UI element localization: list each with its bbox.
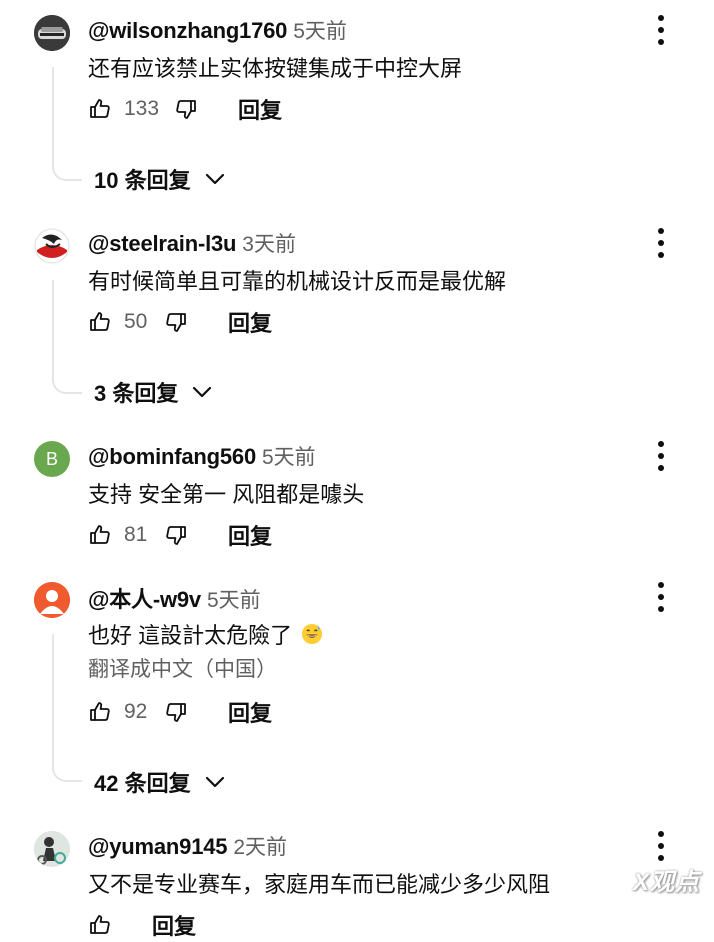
thumb-up-icon[interactable] <box>88 913 112 937</box>
comment-text: 也好 這設計太危險了 <box>88 618 324 650</box>
replies-count-label: 3 条回复 <box>94 381 179 406</box>
translate-link[interactable]: 翻译成中文（中国） <box>88 653 277 683</box>
thumb-up-icon[interactable] <box>88 700 112 724</box>
reply-button[interactable]: 回复 <box>228 696 272 728</box>
avatar[interactable] <box>34 15 70 51</box>
thread-connector <box>52 67 82 181</box>
replies-count-label: 10 条回复 <box>94 168 191 193</box>
chevron-down-icon <box>203 770 227 794</box>
comment-time[interactable]: 5天前 <box>207 589 261 612</box>
like-count: 133 <box>124 97 160 120</box>
reply-button[interactable]: 回复 <box>152 909 196 941</box>
comment-actions: 50 回复 <box>88 305 272 339</box>
more-vert-icon[interactable] <box>651 831 671 861</box>
reply-button[interactable]: 回复 <box>228 306 272 338</box>
comment-actions: 92 回复 <box>88 695 272 729</box>
avatar[interactable]: B <box>34 441 70 477</box>
more-vert-icon[interactable] <box>651 441 671 471</box>
comment-text: 又不是专业赛车，家庭用车而已能减少多少风阻 <box>88 872 551 897</box>
comment-text: 有时候简单且可靠的机械设计反而是最优解 <box>88 269 507 294</box>
thumb-down-icon[interactable] <box>164 310 188 334</box>
reply-button[interactable]: 回复 <box>228 519 272 551</box>
comment-actions: 81 回复 <box>88 518 272 552</box>
view-replies-button[interactable]: 42 条回复 <box>94 766 227 798</box>
thread-connector <box>52 280 82 394</box>
more-vert-icon[interactable] <box>651 228 671 258</box>
avatar-letter: B <box>45 448 58 469</box>
avatar[interactable] <box>34 831 70 867</box>
comment-text: 支持 安全第一 风阻都是噱头 <box>88 482 365 507</box>
comment-header: @bominfang560 5天前 <box>88 441 316 471</box>
chevron-down-icon <box>203 167 227 191</box>
comment-author[interactable]: @steelrain-l3u <box>88 231 236 256</box>
more-vert-icon[interactable] <box>651 15 671 45</box>
like-count: 50 <box>124 310 148 333</box>
comment-text-body: 也好 這設計太危險了 <box>88 623 293 648</box>
comment-author[interactable]: @wilsonzhang1760 <box>88 18 287 43</box>
comment-time[interactable]: 3天前 <box>242 233 296 256</box>
comment-header: @steelrain-l3u 3天前 <box>88 228 296 258</box>
comment-time[interactable]: 5天前 <box>262 446 316 469</box>
replies-count-label: 42 条回复 <box>94 771 191 796</box>
avatar[interactable] <box>34 582 70 618</box>
chevron-down-icon <box>190 380 214 404</box>
view-replies-button[interactable]: 3 条回复 <box>94 376 214 408</box>
comment-author[interactable]: @本人-w9v <box>88 587 201 612</box>
thumb-down-icon[interactable] <box>164 700 188 724</box>
comment-actions: 133 回复 <box>88 92 282 126</box>
thumb-down-icon[interactable] <box>164 523 188 547</box>
thread-connector <box>52 634 82 782</box>
avatar[interactable] <box>34 228 70 264</box>
comment-header: @yuman9145 2天前 <box>88 831 287 861</box>
comment-header: @wilsonzhang1760 5天前 <box>88 15 347 45</box>
comment-time[interactable]: 5天前 <box>293 20 347 43</box>
thumb-up-icon[interactable] <box>88 97 112 121</box>
comment-text: 还有应该禁止实体按键集成于中控大屏 <box>88 56 463 81</box>
comment-header: @本人-w9v 5天前 <box>88 582 261 614</box>
comment-author[interactable]: @yuman9145 <box>88 834 228 859</box>
comment-author[interactable]: @bominfang560 <box>88 444 256 469</box>
watermark: X观点 <box>632 869 700 896</box>
like-count: 81 <box>124 523 148 546</box>
reply-button[interactable]: 回复 <box>238 93 282 125</box>
thumb-up-icon[interactable] <box>88 310 112 334</box>
thumb-up-icon[interactable] <box>88 523 112 547</box>
like-count: 92 <box>124 700 148 723</box>
view-replies-button[interactable]: 10 条回复 <box>94 163 227 195</box>
comment-actions: 回复 <box>88 908 196 942</box>
comment-time[interactable]: 2天前 <box>233 836 287 859</box>
thumb-down-icon[interactable] <box>174 97 198 121</box>
grinning-sweat-emoji <box>300 622 324 646</box>
more-vert-icon[interactable] <box>651 582 671 612</box>
